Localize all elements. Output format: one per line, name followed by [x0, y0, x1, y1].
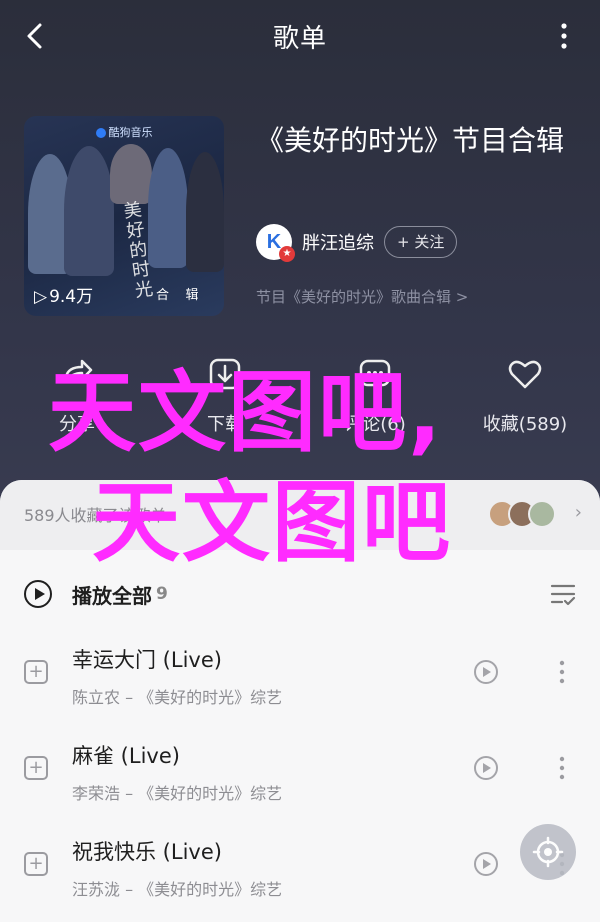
play-count: ▷ 9.4万 [34, 287, 94, 307]
song-row[interactable]: + 幸运大门 (Live) 陈立农 – 《美好的时光》综艺 [0, 630, 600, 726]
locate-current-button[interactable] [520, 824, 576, 880]
heart-icon [508, 360, 542, 389]
list-check-icon [550, 584, 576, 606]
play-triangle-icon: ▷ [34, 287, 48, 307]
song-subtitle: 汪苏泷 – 《美好的时光》综艺 [72, 880, 283, 899]
play-all-button[interactable]: 播放全部 9 [24, 576, 168, 612]
song-title: 幸运大门 (Live) [72, 648, 222, 672]
more-vertical-icon[interactable] [554, 754, 570, 782]
song-row[interactable]: + 祝我快乐 (Live) 汪苏泷 – 《美好的时光》综艺 [0, 822, 600, 918]
top-bar: 歌单 [0, 0, 600, 72]
favorite-button[interactable]: 收藏(589) [460, 352, 590, 436]
album-source-link[interactable]: 节目《美好的时光》歌曲合辑 > [256, 286, 468, 307]
cover-person [110, 144, 152, 204]
song-title: 麻雀 (Live) [72, 744, 180, 768]
cover-tag: 合 辑 [156, 288, 199, 303]
song-subtitle: 李荣浩 – 《美好的时光》综艺 [72, 784, 283, 803]
cover-logo: 酷狗音乐 [24, 124, 224, 140]
cover-person [64, 146, 114, 276]
song-subtitle: 陈立农 – 《美好的时光》综艺 [72, 688, 283, 707]
chevron-right-icon: › [574, 502, 582, 523]
watermark-text: 天文图吧, [48, 361, 444, 464]
song-row[interactable]: + 麻雀 (Live) 李荣浩 – 《美好的时光》综艺 [0, 726, 600, 822]
author-row: K ★ 胖汪追综 + 关注 [256, 224, 458, 262]
more-vertical-icon[interactable] [554, 658, 570, 686]
song-title: 祝我快乐 (Live) [72, 840, 222, 864]
album-title: 《美好的时光》节目合辑 [256, 124, 565, 157]
mv-play-icon[interactable] [474, 660, 498, 684]
add-icon[interactable]: + [24, 756, 48, 780]
mv-play-icon[interactable] [474, 756, 498, 780]
list-manage-button[interactable] [550, 582, 576, 606]
cover-person [186, 152, 224, 272]
locate-icon [532, 836, 564, 868]
more-button[interactable] [552, 20, 576, 52]
add-icon[interactable]: + [24, 852, 48, 876]
more-vertical-icon [561, 23, 567, 49]
song-count: 9 [156, 584, 168, 604]
avatar [528, 500, 556, 528]
watermark-text: 天文图吧 [92, 471, 453, 574]
author-name[interactable]: 胖汪追综 [302, 229, 374, 255]
collector-avatars [488, 500, 556, 528]
page-title: 歌单 [272, 24, 327, 54]
album-cover[interactable]: 酷狗音乐 美好的时光 ▷ 9.4万 合 辑 [24, 116, 224, 316]
follow-button[interactable]: + 关注 [384, 226, 458, 258]
add-icon[interactable]: + [24, 660, 48, 684]
author-avatar[interactable]: K ★ [256, 224, 295, 262]
play-circle-icon [24, 580, 52, 608]
mv-play-icon[interactable] [474, 852, 498, 876]
star-badge-icon: ★ [279, 246, 295, 262]
